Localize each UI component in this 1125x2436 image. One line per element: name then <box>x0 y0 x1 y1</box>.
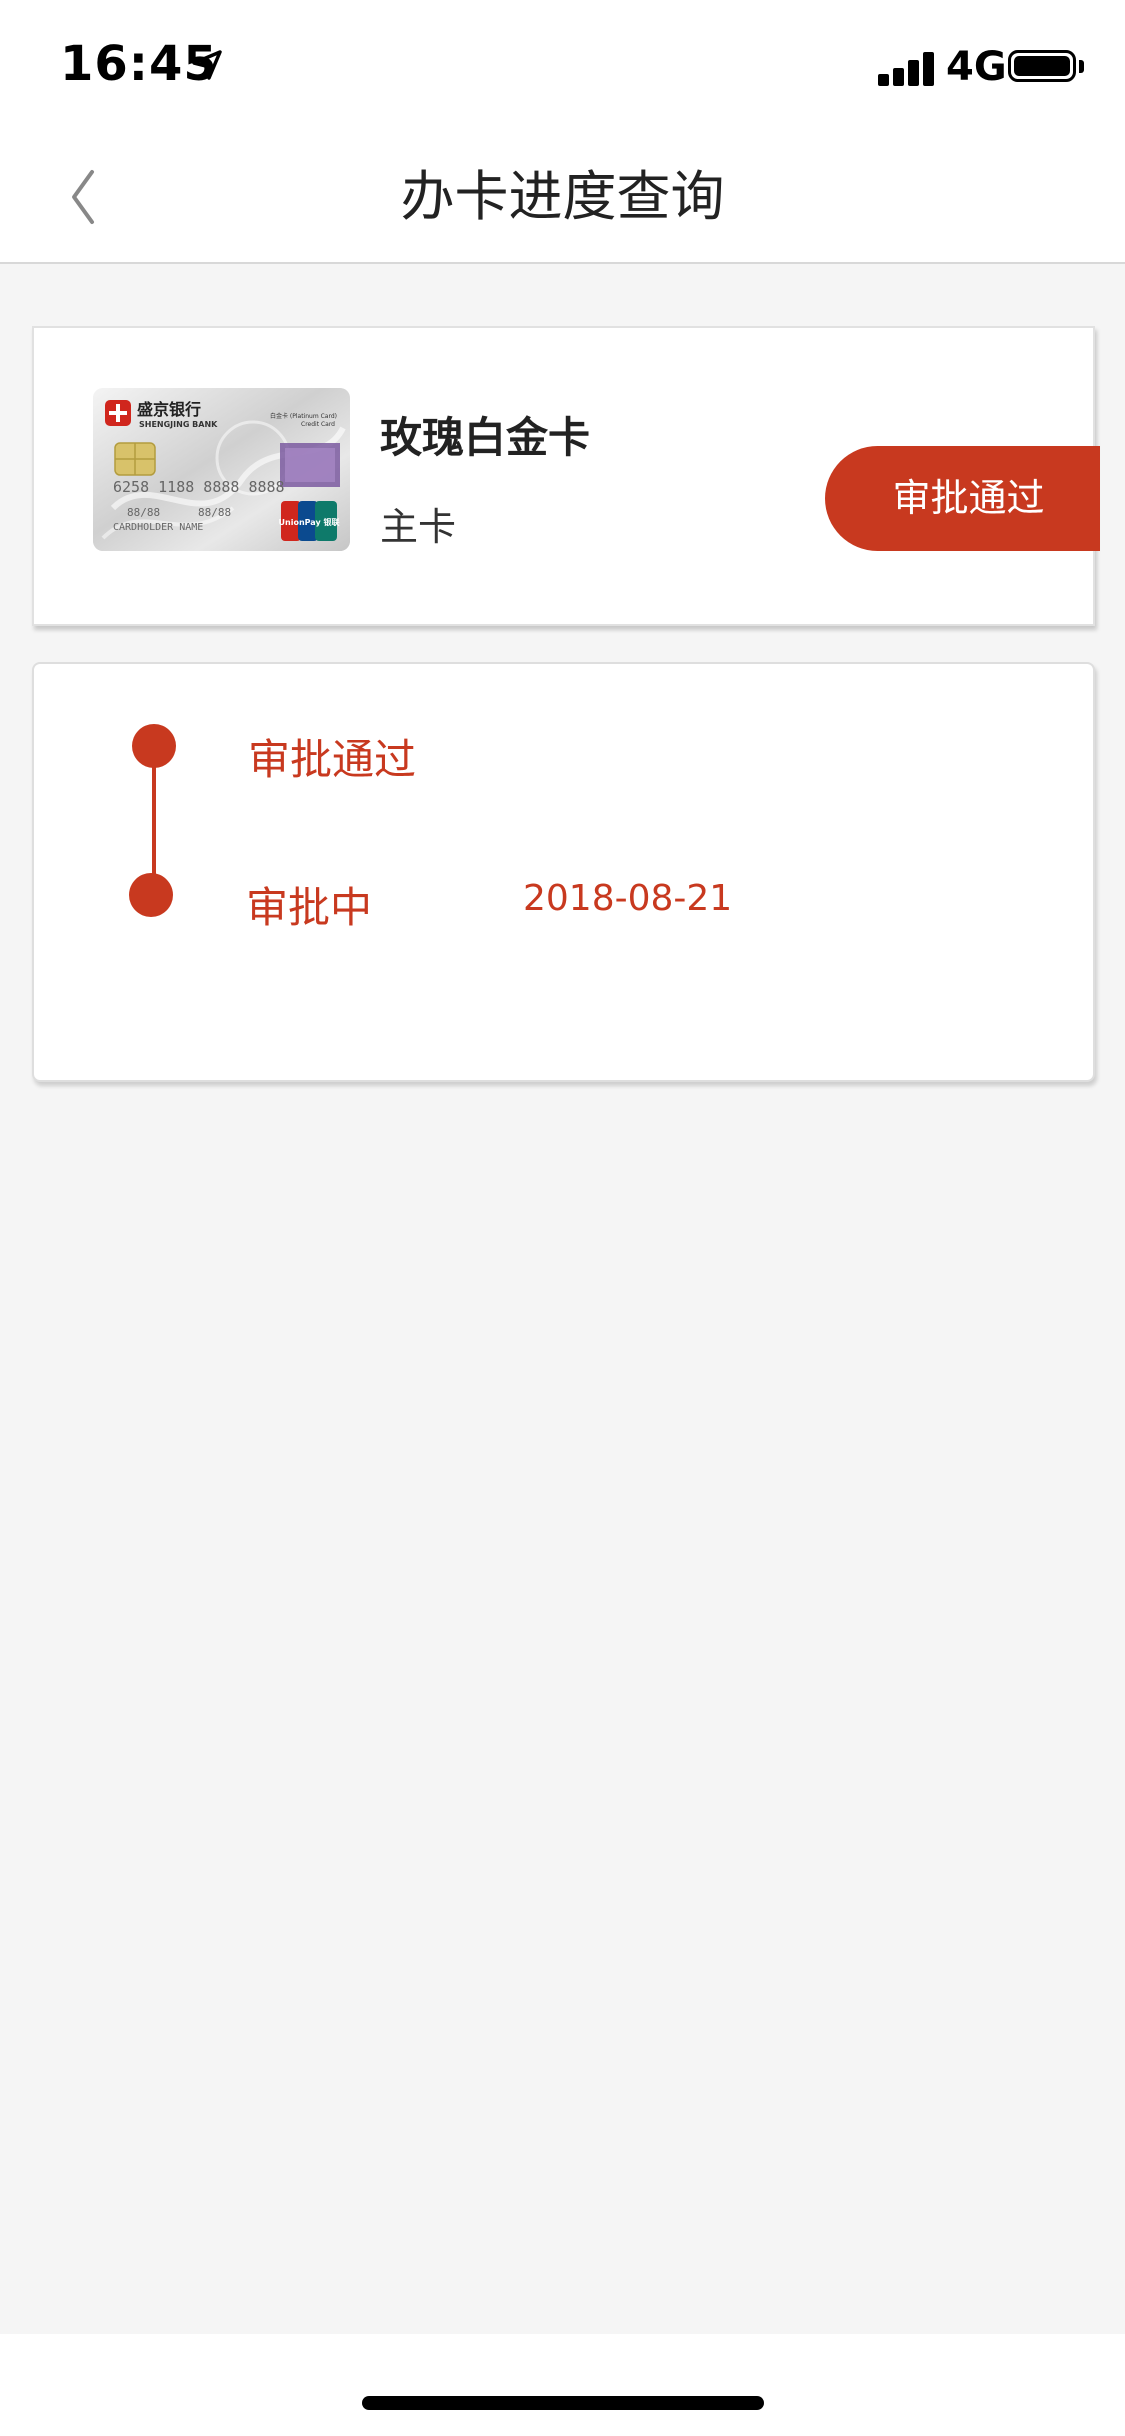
page-title: 办卡进度查询 <box>400 165 725 228</box>
progress-panel <box>32 662 1095 1082</box>
timeline-dot <box>132 724 176 768</box>
timeline-dot <box>129 873 173 917</box>
timeline-step-label: 审批通过 <box>248 735 417 784</box>
home-indicator[interactable] <box>362 2396 764 2410</box>
card-valid-thru: 88/88 <box>198 506 231 519</box>
card-valid-from: 88/88 <box>127 506 160 519</box>
card-tier: 白金卡 (Platinum Card) <box>270 412 337 420</box>
nav-bar: 办卡进度查询 <box>0 132 1125 264</box>
battery-cap <box>1079 60 1084 73</box>
bank-card-image: 盛京银行 SHENGJING BANK 白金卡 (Platinum Card) … <box>93 388 350 551</box>
card-name: 玫瑰白金卡 <box>380 413 591 462</box>
card-type: 主卡 <box>380 505 457 549</box>
location-arrow-icon <box>192 50 222 80</box>
card-network-logo: UnionPay 银联 <box>279 517 340 527</box>
timeline-step-label: 审批中 <box>246 883 373 932</box>
status-badge: 审批通过 <box>825 446 1100 551</box>
home-indicator-area <box>0 2334 1125 2436</box>
cellular-signal-icon <box>878 50 936 86</box>
network-type: 4G <box>946 44 1007 90</box>
card-bank-name-en: SHENGJING BANK <box>139 420 218 429</box>
card-holder: CARDHOLDER NAME <box>113 522 203 533</box>
card-bank-name-cn: 盛京银行 <box>137 400 201 419</box>
timeline-step-date: 2018-08-21 <box>523 878 733 919</box>
card-kind: Credit Card <box>301 421 335 428</box>
status-bar: 16:45 4G <box>0 0 1125 132</box>
battery-icon <box>1008 50 1076 82</box>
card-number: 6258 1188 8888 8888 <box>113 478 285 496</box>
